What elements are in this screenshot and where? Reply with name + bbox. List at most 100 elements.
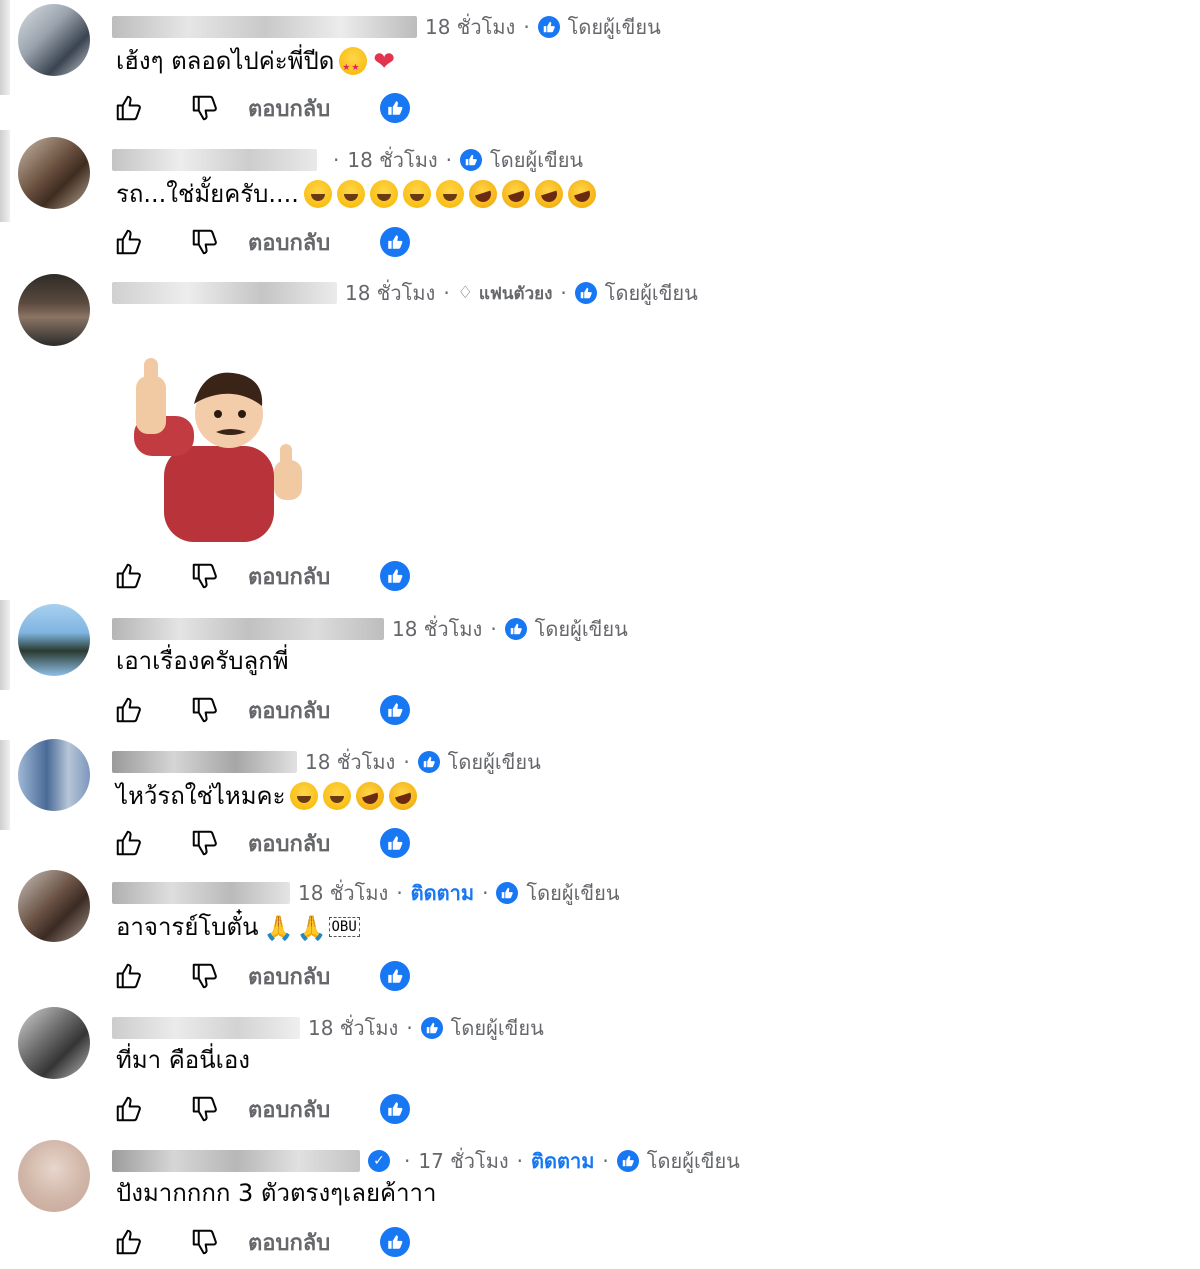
- author-like-reaction-icon[interactable]: [380, 961, 411, 991]
- thumbs-down-icon[interactable]: [188, 693, 222, 727]
- avatar[interactable]: [18, 1140, 90, 1212]
- comment-meta: ✓ · 17 ชั่วโมง · ติดตาม · โดยผู้เขียน: [112, 1146, 740, 1176]
- reply-button[interactable]: ตอบกลับ: [248, 1225, 330, 1260]
- thumbs-down-icon[interactable]: [188, 959, 222, 993]
- reply-button[interactable]: ตอบกลับ: [248, 826, 330, 861]
- commenter-name[interactable]: [112, 1150, 360, 1172]
- thumbs-up-icon[interactable]: [112, 693, 146, 727]
- thumbs-down-icon[interactable]: [188, 1092, 222, 1126]
- commenter-name[interactable]: [112, 618, 384, 640]
- author-like-reaction-icon[interactable]: [380, 828, 411, 858]
- thumbs-up-icon[interactable]: [112, 959, 146, 993]
- thumbs-down-icon[interactable]: [188, 91, 222, 125]
- like-icon: [417, 751, 440, 773]
- comment-actions: ตอบกลับ: [112, 222, 411, 262]
- comment-time[interactable]: 18 ชั่วโมง: [298, 877, 388, 909]
- left-edge-bar: [0, 0, 10, 95]
- thumbs-down-icon[interactable]: [188, 1225, 222, 1259]
- rofl-emoji-icon: [531, 176, 567, 212]
- rofl-emoji-icon: [498, 176, 534, 212]
- by-author-badge: โดยผู้เขียน: [417, 746, 541, 778]
- by-author-label: โดยผู้เขียน: [534, 617, 628, 641]
- praying-hands-emoji-icon: [297, 911, 327, 945]
- comment-time[interactable]: 17 ชั่วโมง: [418, 1145, 508, 1177]
- comment-text: ไหว้รถใช่ไหมคะ: [116, 778, 422, 814]
- commenter-name[interactable]: [112, 882, 290, 904]
- author-like-reaction-icon[interactable]: [380, 93, 411, 123]
- diamond-icon: ♢: [457, 283, 473, 303]
- reply-button[interactable]: ตอบกลับ: [248, 1092, 330, 1127]
- commenter-name[interactable]: [112, 1017, 300, 1039]
- rofl-emoji-icon: [352, 778, 389, 814]
- comment-actions: ตอบกลับ: [112, 88, 411, 128]
- comment-text: ปังมากกกก 3 ตัวตรงๆเลยค้าาา: [116, 1176, 437, 1210]
- comment-text: เอาเรื่องครับลูกพี่: [116, 644, 289, 678]
- thumbs-up-man-sticker[interactable]: [124, 356, 314, 542]
- like-icon: [460, 149, 483, 171]
- by-author-label: โดยผู้เขียน: [604, 281, 698, 305]
- comment-actions: ตอบกลับ: [112, 690, 411, 730]
- author-like-reaction-icon[interactable]: [380, 1094, 411, 1124]
- rofl-emoji-icon: [564, 176, 600, 212]
- left-edge-bar: [0, 130, 10, 222]
- thumbs-up-icon[interactable]: [112, 91, 146, 125]
- avatar[interactable]: [18, 274, 90, 346]
- author-like-reaction-icon[interactable]: [380, 227, 411, 257]
- comment-time[interactable]: 18 ชั่วโมง: [392, 613, 482, 645]
- rofl-emoji-icon: [465, 176, 501, 212]
- reply-button[interactable]: ตอบกลับ: [248, 959, 330, 994]
- commenter-name[interactable]: [112, 16, 417, 38]
- rofl-emoji-icon: [385, 778, 422, 814]
- comment-body: ปังมากกกก 3 ตัวตรงๆเลยค้าาา: [116, 1179, 437, 1207]
- author-like-reaction-icon[interactable]: [380, 1227, 411, 1257]
- thumbs-up-icon[interactable]: [112, 559, 146, 593]
- left-edge-bar: [0, 600, 10, 690]
- by-author-badge: โดยผู้เขียน: [420, 1012, 544, 1044]
- avatar[interactable]: [18, 870, 90, 942]
- author-like-reaction-icon[interactable]: [380, 695, 411, 725]
- left-edge-bar: [0, 740, 10, 830]
- grinning-emoji-icon: [369, 180, 398, 208]
- avatar[interactable]: [18, 4, 90, 76]
- avatar[interactable]: [18, 1007, 90, 1079]
- thumbs-down-icon[interactable]: [188, 826, 222, 860]
- by-author-label: โดยผู้เขียน: [646, 1149, 740, 1173]
- like-icon: [616, 1150, 639, 1172]
- comment-time[interactable]: 18 ชั่วโมง: [425, 11, 515, 43]
- by-author-label: โดยผู้เขียน: [490, 148, 584, 172]
- reply-button[interactable]: ตอบกลับ: [248, 91, 330, 126]
- thumbs-up-icon[interactable]: [112, 1092, 146, 1126]
- reply-button[interactable]: ตอบกลับ: [248, 559, 330, 594]
- by-author-badge: โดยผู้เขียน: [574, 277, 698, 309]
- thumbs-up-icon[interactable]: [112, 826, 146, 860]
- thumbs-up-icon[interactable]: [112, 1225, 146, 1259]
- thumbs-up-icon[interactable]: [112, 225, 146, 259]
- comment-text: เฮ้งๆ ตลอดไปค่ะพี่ปีด: [116, 44, 400, 85]
- follow-button[interactable]: ติดตาม: [531, 1145, 594, 1177]
- comment-actions: ตอบกลับ: [112, 556, 411, 596]
- commenter-name[interactable]: [112, 282, 337, 304]
- by-author-badge: โดยผู้เขียน: [496, 877, 620, 909]
- avatar[interactable]: [18, 739, 90, 811]
- follow-button[interactable]: ติดตาม: [411, 877, 474, 909]
- avatar[interactable]: [18, 137, 90, 209]
- commenter-name[interactable]: [112, 149, 317, 171]
- grinning-emoji-icon: [435, 180, 464, 208]
- like-icon: [574, 282, 597, 304]
- reply-button[interactable]: ตอบกลับ: [248, 225, 330, 260]
- commenter-name[interactable]: [112, 751, 297, 773]
- thumbs-down-icon[interactable]: [188, 559, 222, 593]
- author-like-reaction-icon[interactable]: [380, 561, 411, 591]
- comment-time[interactable]: 18 ชั่วโมง: [345, 277, 435, 309]
- comment-actions: ตอบกลับ: [112, 1089, 411, 1129]
- comment-time[interactable]: 18 ชั่วโมง: [308, 1012, 398, 1044]
- comment-body: เฮ้งๆ ตลอดไปค่ะพี่ปีด: [116, 47, 335, 75]
- comment-time[interactable]: 18 ชั่วโมง: [347, 144, 437, 176]
- verified-badge-icon: ✓: [368, 1150, 390, 1172]
- reply-button[interactable]: ตอบกลับ: [248, 693, 330, 728]
- comment-time[interactable]: 18 ชั่วโมง: [305, 746, 395, 778]
- avatar[interactable]: [18, 604, 90, 676]
- thumbs-down-icon[interactable]: [188, 225, 222, 259]
- obu-badge-icon: OBU: [328, 917, 360, 937]
- star-struck-emoji-icon: [339, 47, 368, 85]
